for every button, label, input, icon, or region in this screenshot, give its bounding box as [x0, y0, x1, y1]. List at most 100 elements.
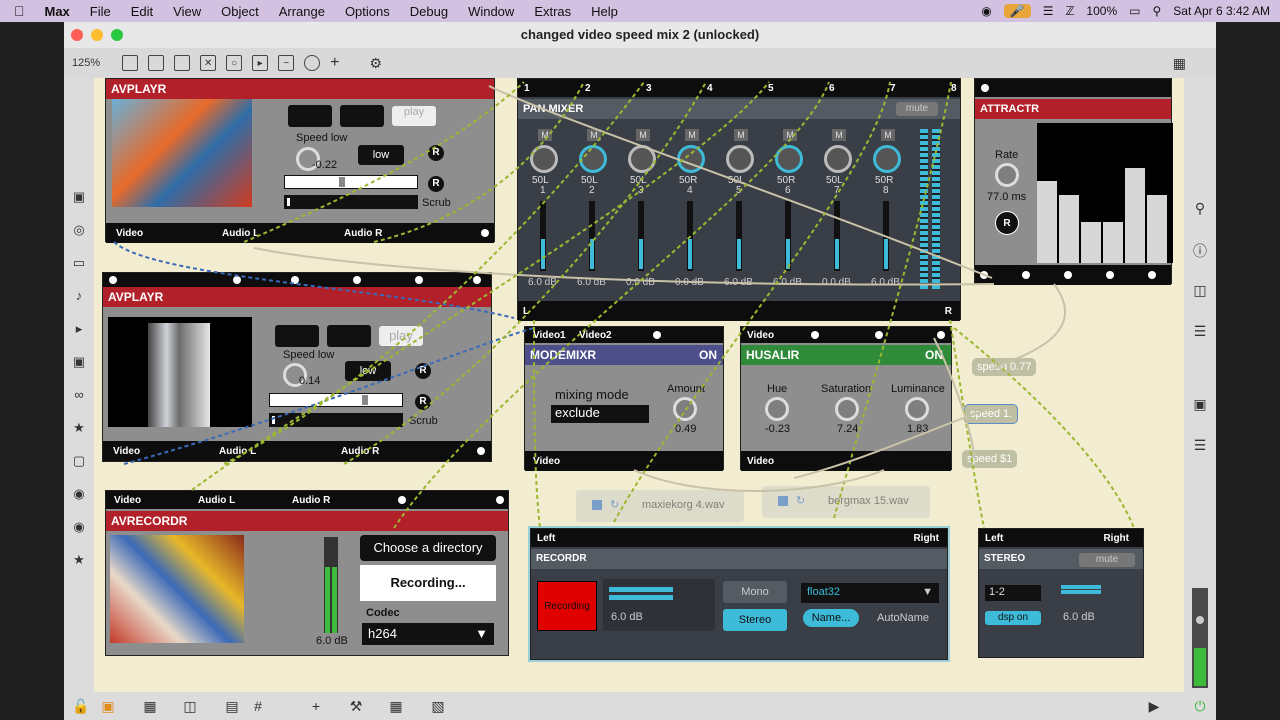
dial-icon[interactable] — [304, 55, 321, 71]
choose-directory-button[interactable]: Choose a directory — [360, 535, 496, 561]
channel-mute-button[interactable]: M — [587, 129, 601, 141]
inlet-port[interactable] — [981, 84, 989, 92]
add-object-icon[interactable]: + — [330, 54, 339, 72]
amount-dial[interactable] — [673, 397, 697, 421]
pan-mixer-module[interactable]: 12345678 PAN MIXER mute M 50L 1 6.0 dB M 50L 2… — [517, 78, 961, 321]
pan-dial[interactable] — [628, 145, 656, 173]
outlet-port[interactable] — [1148, 271, 1156, 279]
piano-icon[interactable]: ▦ — [388, 698, 404, 714]
menu-file[interactable]: File — [90, 4, 111, 19]
plug-icon[interactable]: ★ — [72, 421, 86, 435]
inlet-port[interactable] — [937, 331, 945, 339]
reset-button[interactable]: R — [415, 363, 431, 379]
mono-button[interactable]: Mono — [723, 581, 787, 603]
target-icon[interactable]: ◎ — [72, 223, 86, 237]
channel-mute-button[interactable]: M — [685, 129, 699, 141]
play-button[interactable]: play — [379, 326, 423, 346]
number-icon[interactable]: ▸ — [252, 55, 269, 71]
video-icon[interactable]: ▭ — [72, 256, 86, 270]
sfplay-object-2[interactable]: ↻ bergmax 15.wav — [762, 486, 930, 518]
apple-icon[interactable]:  — [14, 3, 25, 19]
speed-message-1[interactable]: speed 0.77 — [972, 358, 1037, 376]
attractor-display[interactable] — [1037, 123, 1173, 263]
reset-button[interactable]: R — [428, 145, 444, 161]
scrub-slider[interactable] — [284, 195, 418, 209]
stereo-module[interactable]: Left Right STEREO mute 1-2 dsp on 6.0 dB — [978, 528, 1144, 658]
datetime[interactable]: Sat Apr 6 3:42 AM — [1173, 4, 1270, 18]
inlet-port[interactable] — [398, 496, 406, 504]
minimize-window-icon[interactable] — [91, 29, 103, 41]
autoname-button[interactable]: AutoName — [871, 609, 935, 627]
luminance-dial[interactable] — [905, 397, 929, 421]
dsp-toggle[interactable]: dsp on — [985, 611, 1041, 625]
menu-debug[interactable]: Debug — [410, 4, 448, 19]
outlet-port[interactable] — [980, 271, 988, 279]
transport-button-1[interactable] — [275, 325, 319, 347]
menu-object[interactable]: Object — [221, 4, 259, 19]
panels-icon[interactable]: ◫ — [1192, 282, 1208, 298]
inlet-port[interactable] — [875, 331, 883, 339]
channel-menu[interactable]: 1-2 — [985, 585, 1041, 601]
battery-label[interactable]: 100% — [1086, 4, 1117, 18]
stereo-button[interactable]: Stereo — [723, 609, 787, 631]
wrench-icon[interactable]: ⚒ — [348, 698, 364, 714]
patch-cord[interactable] — [949, 319, 985, 529]
image-icon[interactable]: ▣ — [72, 355, 86, 369]
scrub-slider[interactable] — [269, 413, 403, 427]
hue-dial[interactable] — [765, 397, 789, 421]
snap-icon[interactable]: ▤ — [224, 698, 240, 714]
toggle-icon[interactable]: ✕ — [200, 55, 217, 71]
sfplay-object-1[interactable]: ↻ maxiekorg 4.wav — [576, 490, 744, 522]
pan-dial[interactable] — [530, 145, 558, 173]
mixing-mode-menu[interactable]: exclude — [551, 405, 649, 423]
mute-button[interactable]: mute — [1079, 553, 1135, 567]
power-icon[interactable]: ⏻ — [1192, 698, 1208, 714]
star-icon[interactable]: ★ — [72, 553, 86, 567]
pan-dial[interactable] — [579, 145, 607, 173]
menu-extras[interactable]: Extras — [534, 4, 571, 19]
paint-bucket-icon[interactable]: ⚙ — [369, 55, 382, 72]
close-window-icon[interactable] — [71, 29, 83, 41]
mute-button[interactable]: mute — [896, 102, 938, 116]
message-icon[interactable] — [148, 55, 165, 71]
grid-icon[interactable]: ▦ — [1173, 55, 1186, 72]
layers-icon[interactable]: ◫ — [182, 698, 198, 714]
mixer-icon[interactable]: ☰ — [1192, 437, 1208, 453]
zoom-level[interactable]: 125% — [72, 57, 100, 69]
channel-mute-button[interactable]: M — [832, 129, 846, 141]
menu-arrange[interactable]: Arrange — [279, 4, 325, 19]
new-object-icon[interactable] — [122, 55, 139, 71]
codec-menu[interactable]: h264 ▼ — [362, 623, 494, 645]
bluetooth-icon[interactable]: ℤ — [1065, 4, 1074, 18]
search-icon[interactable]: ⚲ — [1192, 200, 1208, 216]
record-button[interactable]: Recording — [537, 581, 597, 631]
position-slider[interactable] — [269, 393, 403, 407]
grid-icon[interactable]: # — [250, 698, 266, 714]
search-icon[interactable]: ⚲ — [1152, 4, 1161, 18]
speed-message-3[interactable]: speed $1 — [962, 450, 1018, 468]
paperclip-icon[interactable]: ∞ — [72, 388, 86, 402]
on-toggle[interactable]: ON — [925, 348, 943, 362]
outlet-port[interactable] — [481, 229, 489, 237]
low-button[interactable]: low — [345, 361, 391, 381]
inlet-port[interactable] — [291, 276, 299, 284]
inlet-port[interactable] — [233, 276, 241, 284]
reset-button-2[interactable]: R — [415, 394, 431, 410]
b-icon[interactable]: ◉ — [72, 520, 86, 534]
patch-cord[interactable] — [993, 283, 1066, 369]
sequence-icon[interactable]: ▸ — [72, 322, 86, 336]
menu-app[interactable]: Max — [45, 4, 70, 19]
inlet-port[interactable] — [473, 276, 481, 284]
outlet-port[interactable] — [1106, 271, 1114, 279]
menu-edit[interactable]: Edit — [131, 4, 153, 19]
outlet-port[interactable] — [1022, 271, 1030, 279]
inlet-port[interactable] — [415, 276, 423, 284]
play-icon[interactable]: ▶ — [1146, 698, 1162, 714]
recordr-gain-meter[interactable]: 6.0 dB — [603, 579, 715, 631]
transport-button-2[interactable] — [340, 105, 384, 127]
music-note-icon[interactable]: ♪ — [72, 289, 86, 303]
comment-bubble-icon[interactable]: ▦ — [142, 698, 158, 714]
pan-dial[interactable] — [677, 145, 705, 173]
package-icon[interactable]: ▣ — [72, 190, 86, 204]
lock-icon[interactable]: 🔓 — [72, 698, 89, 714]
